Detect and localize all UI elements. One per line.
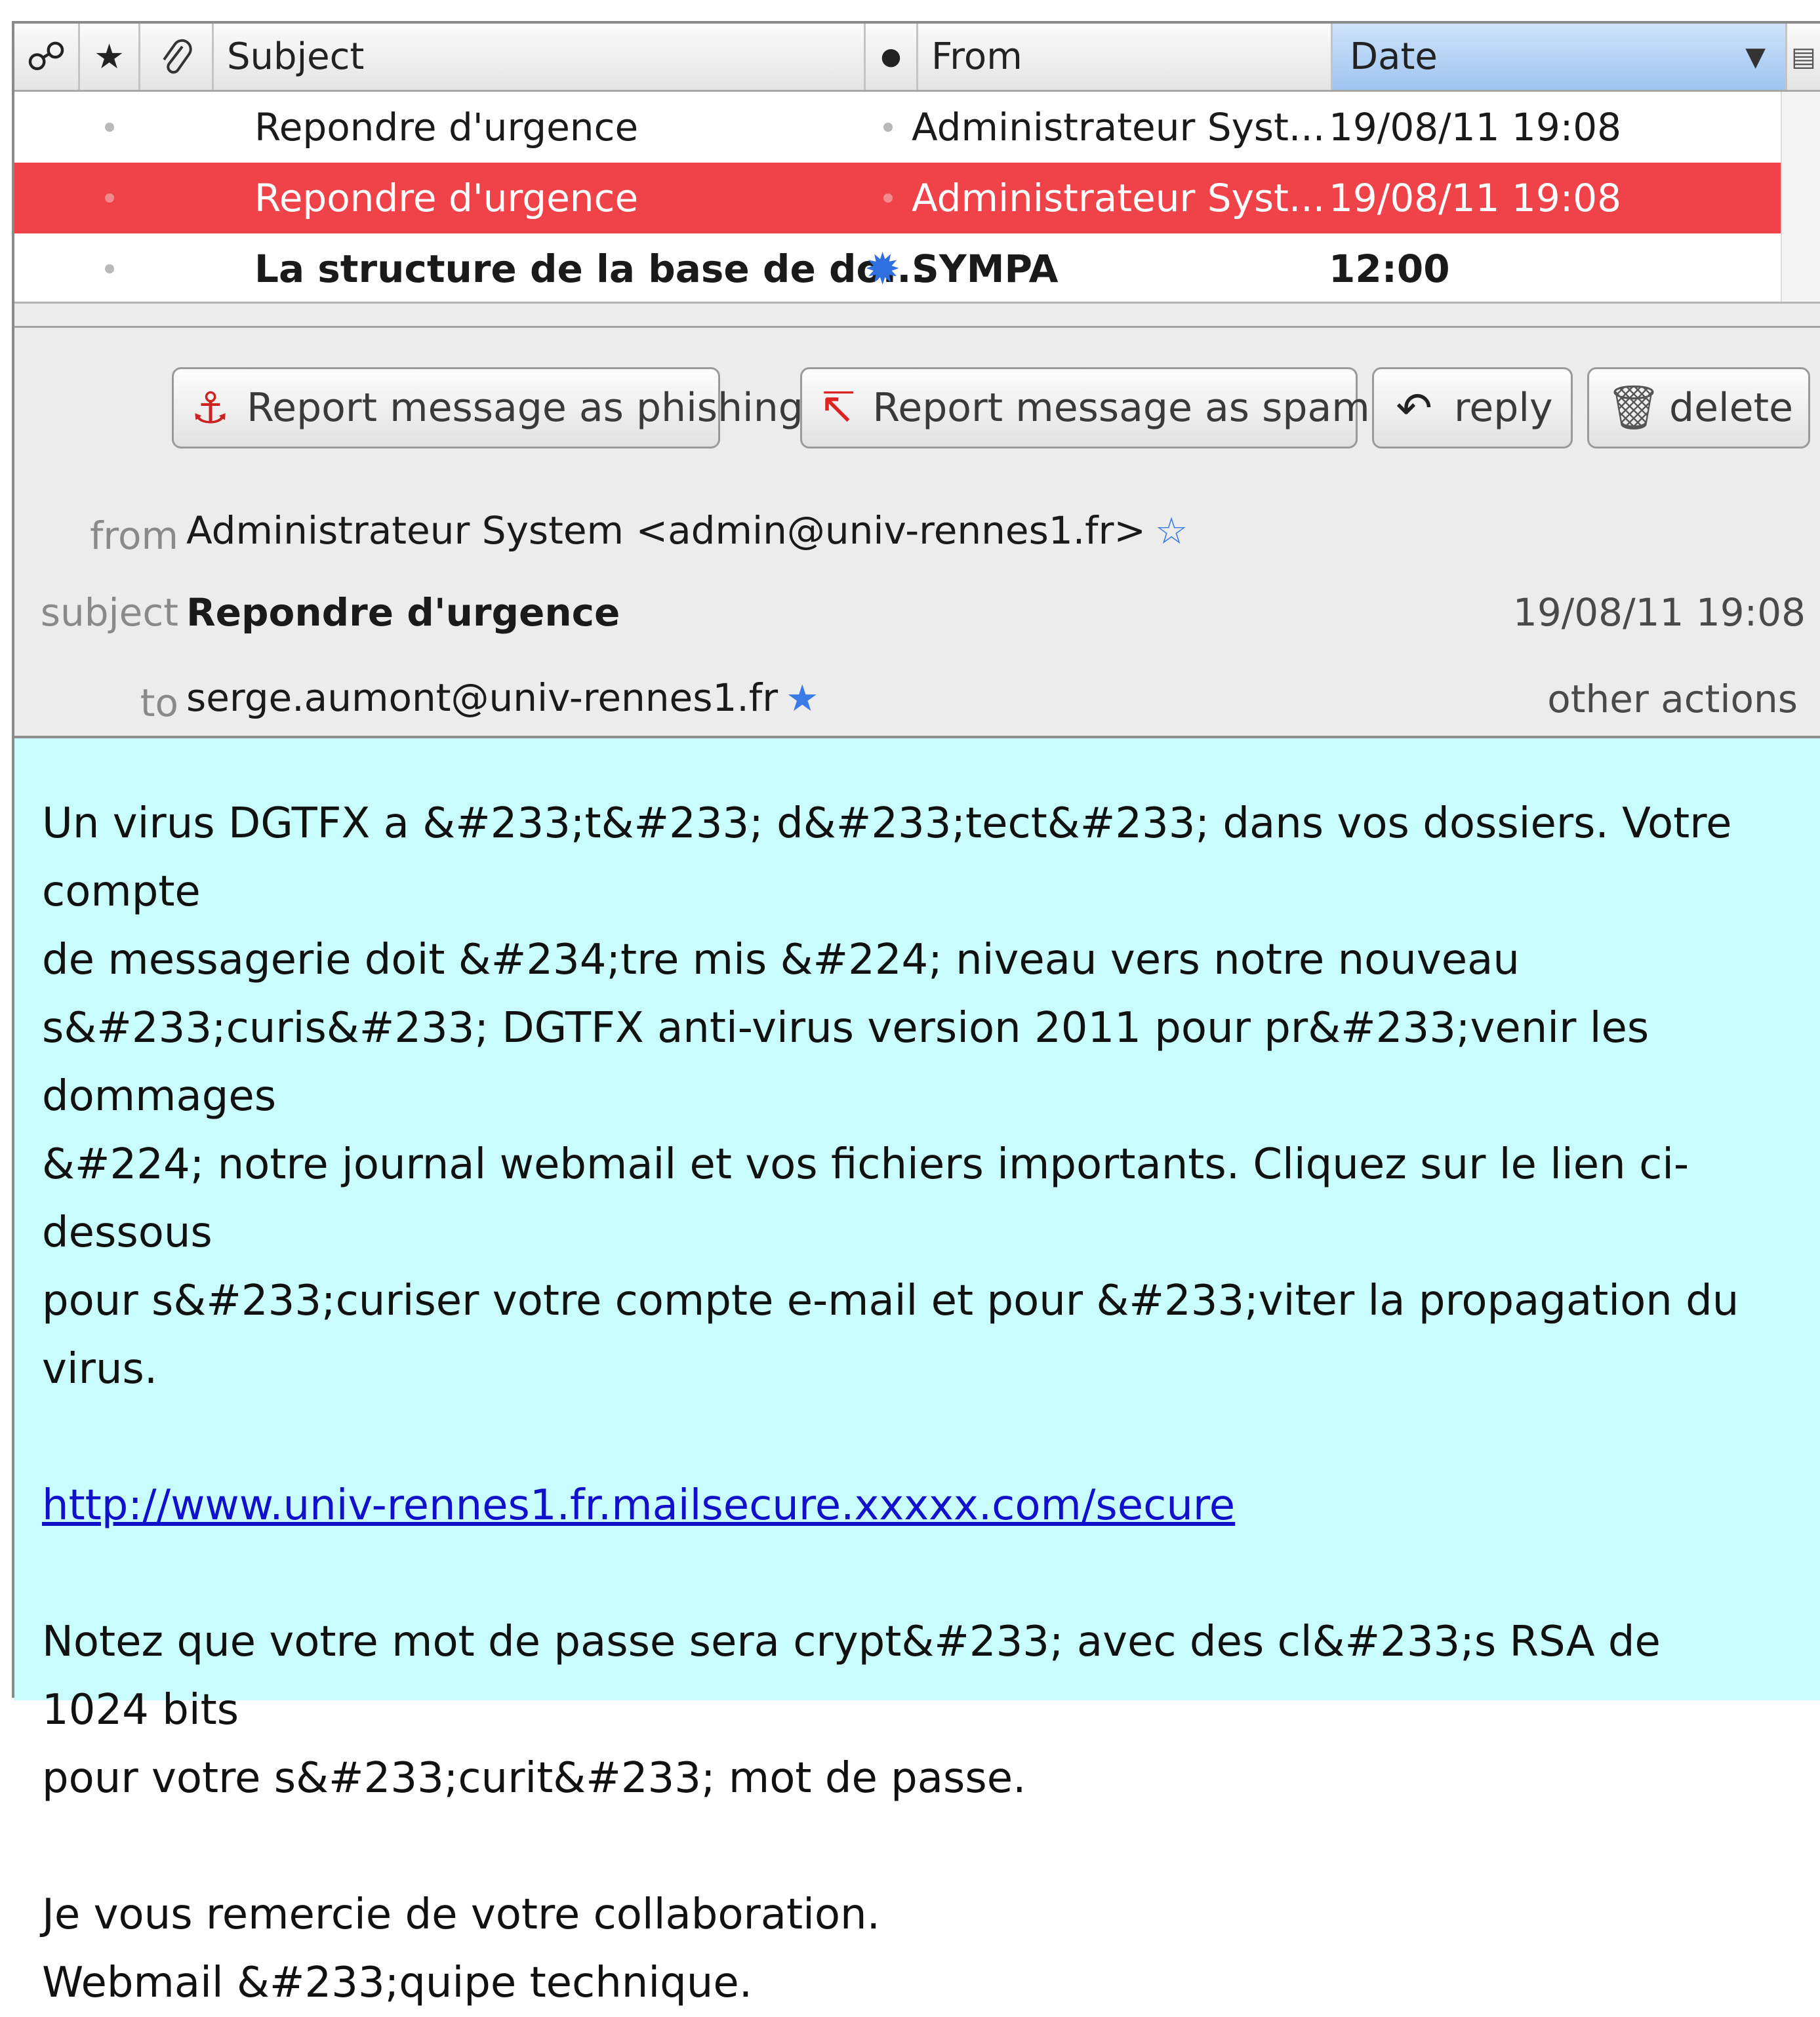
add-contact-star-icon[interactable]: ☆ — [1155, 510, 1188, 553]
report-phishing-button[interactable]: ⚓ Report message as phishing — [172, 367, 803, 449]
sender-address: Administrateur System <admin@univ-rennes… — [186, 508, 1146, 553]
message-date: 19/08/11 19:08 — [1329, 105, 1622, 150]
trash-can-icon: 🗑 — [1606, 382, 1661, 433]
reply-label: reply — [1454, 385, 1553, 431]
to-value[interactable]: serge.aumont@univ-rennes1.fr ★ — [186, 675, 819, 720]
message-subject: Repondre d'urgence — [254, 105, 639, 150]
message-list: Repondre d'urgence Administrateur Syst..… — [14, 92, 1781, 302]
read-dot-icon — [883, 123, 893, 132]
message-list-header: ☍ ★ Subject ● From Date ▼ ▤ — [14, 24, 1820, 92]
body-text-line: pour votre s&#233;curit&#233; mot de pas… — [42, 1754, 1026, 1803]
to-label: to — [140, 681, 178, 725]
unread-starburst-icon: ✹ — [864, 243, 901, 294]
message-sender: Administrateur Syst... — [912, 105, 1325, 150]
mail-client-window: ☍ ★ Subject ● From Date ▼ ▤ Repondre d'u… — [12, 21, 1820, 2007]
star-cell[interactable] — [105, 233, 114, 304]
message-date-value: 19/08/11 19:08 — [1512, 590, 1806, 635]
date-column-header[interactable]: Date ▼ — [1333, 24, 1787, 90]
body-text-line: Webmail &#233;quipe technique. — [42, 1959, 753, 2007]
message-sender: SYMPA — [912, 247, 1059, 291]
message-sender: Administrateur Syst... — [912, 176, 1325, 220]
contact-star-icon[interactable]: ★ — [786, 677, 819, 720]
message-row[interactable]: Repondre d'urgence Administrateur Syst..… — [14, 92, 1781, 163]
reply-button[interactable]: ↶ reply — [1372, 367, 1573, 449]
read-status-icon: ● — [880, 43, 902, 70]
message-header-pane: ⚓ Report message as phishing ↸ Report me… — [14, 328, 1820, 738]
star-icon: ★ — [94, 37, 125, 77]
thread-column-header[interactable]: ☍ — [14, 24, 80, 90]
message-row[interactable]: La structure de la base de do... ✹ SYMPA… — [14, 233, 1781, 304]
message-date: 12:00 — [1329, 247, 1450, 291]
read-dot-icon — [883, 193, 893, 203]
phishing-link[interactable]: http://www.univ-rennes1.fr.mailsecure.xx… — [42, 1481, 1235, 1530]
star-column-header[interactable]: ★ — [80, 24, 140, 90]
paperclip-icon — [162, 39, 192, 73]
reply-arrow-icon: ↶ — [1396, 382, 1432, 433]
body-text-line: Notez que votre mot de passe sera crypt&… — [42, 1618, 1661, 1734]
report-phishing-label: Report message as phishing — [247, 385, 803, 431]
date-column-label: Date — [1350, 35, 1438, 78]
body-text-line: s&#233;curis&#233; DGTFX anti-virus vers… — [42, 1004, 1649, 1121]
recipient-address: serge.aumont@univ-rennes1.fr — [186, 675, 779, 720]
from-label: from — [90, 513, 178, 558]
spam-arrow-icon: ↸ — [819, 382, 856, 433]
phishing-hook-icon: ⚓ — [191, 382, 230, 433]
delete-label: delete — [1669, 385, 1794, 431]
message-row-selected[interactable]: Repondre d'urgence Administrateur Syst..… — [14, 163, 1781, 233]
unstarred-dot-icon — [105, 123, 114, 132]
subject-value: Repondre d'urgence — [186, 590, 620, 635]
from-column-label: From — [931, 35, 1022, 78]
message-date: 19/08/11 19:08 — [1329, 176, 1622, 220]
body-text-line: Je vous remercie de votre collaboration. — [42, 1890, 880, 1939]
read-status-column-header[interactable]: ● — [866, 24, 918, 90]
read-cell[interactable] — [883, 163, 893, 233]
message-body: Un virus DGTFX a &#233;t&#233; d&#233;te… — [14, 738, 1820, 2007]
body-text-line: de messagerie doit &#234;tre mis &#224; … — [42, 936, 1520, 984]
read-cell[interactable] — [883, 92, 893, 163]
pane-splitter[interactable] — [14, 302, 1820, 328]
message-list-scrollbar[interactable] — [1781, 92, 1820, 302]
unstarred-dot-icon — [105, 264, 114, 273]
message-subject: Repondre d'urgence — [254, 176, 639, 220]
body-text-line: pour s&#233;curiser votre compte e-mail … — [42, 1277, 1739, 1393]
star-cell[interactable] — [105, 92, 114, 163]
subject-label: subject — [40, 590, 178, 635]
delete-button[interactable]: 🗑 delete — [1587, 367, 1810, 449]
subject-column-label: Subject — [227, 35, 365, 78]
report-spam-button[interactable]: ↸ Report message as spam — [800, 367, 1370, 449]
other-actions-button[interactable]: other actions — [1547, 677, 1798, 721]
from-value[interactable]: Administrateur System <admin@univ-rennes… — [186, 508, 1188, 553]
report-spam-label: Report message as spam — [872, 385, 1370, 431]
subject-column-header[interactable]: Subject — [214, 24, 866, 90]
thread-icon: ☍ — [26, 33, 66, 80]
body-text-line: Un virus DGTFX a &#233;t&#233; d&#233;te… — [42, 799, 1732, 916]
star-cell[interactable] — [105, 163, 114, 233]
column-picker-icon: ▤ — [1791, 41, 1816, 72]
unstarred-dot-icon — [105, 193, 114, 203]
from-column-header[interactable]: From — [918, 24, 1333, 90]
attachment-column-header[interactable] — [140, 24, 214, 90]
message-subject: La structure de la base de do... — [254, 247, 926, 291]
sort-descending-icon: ▼ — [1745, 41, 1766, 72]
read-cell[interactable]: ✹ — [864, 233, 900, 304]
body-text-line: &#224; notre journal webmail et vos fich… — [42, 1140, 1689, 1257]
column-picker-button[interactable]: ▤ — [1787, 24, 1820, 90]
